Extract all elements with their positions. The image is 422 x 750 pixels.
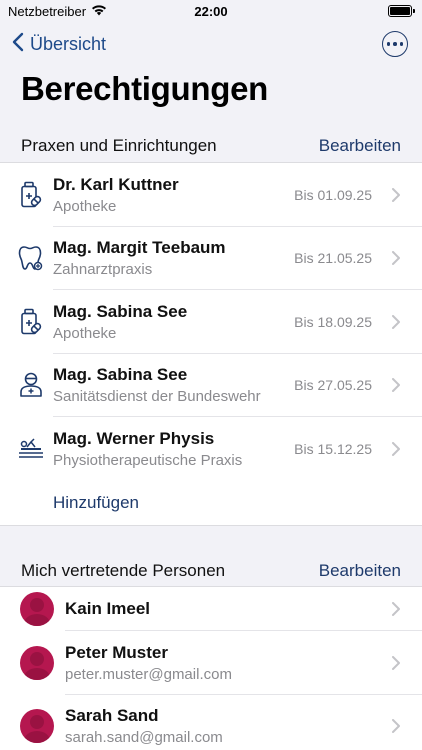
- wifi-icon: [91, 4, 107, 19]
- representatives-header-title: Mich vertretende Personen: [21, 561, 226, 580]
- facility-type: Physiotherapeutische Praxis: [53, 451, 243, 469]
- back-button[interactable]: Übersicht: [12, 32, 106, 57]
- chevron-right-icon: [384, 441, 408, 456]
- person-name: Peter Muster: [65, 642, 168, 662]
- nav-bar: Übersicht: [0, 28, 422, 60]
- avatar: [19, 709, 54, 744]
- facility-row[interactable]: Mag. Sabina See Sanitätsdienst der Bunde…: [0, 354, 422, 418]
- facility-name: Dr. Karl Kuttner: [53, 174, 179, 194]
- facility-type: Sanitätsdienst der Bundeswehr: [53, 388, 261, 406]
- facility-type: Apotheke: [53, 197, 117, 215]
- facility-valid-until: Bis 21.05.25: [294, 250, 372, 267]
- page-title: Berechtigungen: [21, 70, 268, 107]
- pharmacy-icon: [0, 181, 53, 209]
- avatar: [19, 645, 54, 680]
- chevron-right-icon: [384, 602, 408, 616]
- medic-icon: [0, 371, 53, 399]
- chevron-right-icon: [384, 719, 408, 734]
- back-label: Übersicht: [30, 33, 107, 54]
- chevron-right-icon: [384, 251, 408, 266]
- facility-row[interactable]: Dr. Karl Kuttner Apotheke Bis 01.09.25: [0, 163, 422, 227]
- facility-name: Mag. Sabina See: [53, 365, 188, 385]
- more-options-icon[interactable]: [382, 31, 408, 57]
- facilities-header-title: Praxen und Einrichtungen: [21, 136, 217, 155]
- carrier-label: Netzbetreiber: [8, 3, 87, 19]
- facility-name: Mag. Werner Physis: [53, 428, 215, 448]
- pharmacy-icon: [0, 308, 53, 336]
- chevron-right-icon: [384, 187, 408, 202]
- person-row[interactable]: Kain Imeel: [0, 587, 422, 631]
- facilities-header: Praxen und Einrichtungen Bearbeiten: [21, 136, 401, 156]
- facilities-edit-button[interactable]: Bearbeiten: [319, 136, 401, 156]
- representatives-edit-button[interactable]: Bearbeiten: [319, 561, 401, 581]
- chevron-right-icon: [384, 314, 408, 329]
- facilities-list: Dr. Karl Kuttner Apotheke Bis 01.09.25 M…: [0, 162, 422, 526]
- facility-valid-until: Bis 01.09.25: [294, 186, 372, 203]
- add-facility-button[interactable]: Hinzufügen: [0, 481, 422, 525]
- physio-icon: [0, 435, 53, 463]
- facility-name: Mag. Margit Teebaum: [53, 238, 226, 258]
- avatar: [19, 592, 54, 626]
- facility-type: Zahnarztpraxis: [53, 261, 153, 279]
- person-row[interactable]: Sarah Sand sarah.sand@gmail.com: [0, 695, 422, 750]
- representatives-header: Mich vertretende Personen Bearbeiten: [21, 561, 401, 581]
- facility-type: Apotheke: [53, 324, 117, 342]
- status-left: Netzbetreiber: [8, 4, 107, 19]
- representatives-list: Kain Imeel Peter Muster peter.muster@gma…: [0, 586, 422, 750]
- chevron-left-icon: [12, 32, 24, 57]
- facility-row[interactable]: Mag. Sabina See Apotheke Bis 18.09.25: [0, 290, 422, 354]
- facility-valid-until: Bis 15.12.25: [294, 440, 372, 457]
- tooth-icon: [0, 244, 53, 272]
- person-email: sarah.sand@gmail.com: [65, 729, 223, 747]
- chevron-right-icon: [384, 378, 408, 393]
- battery-icon: [388, 5, 415, 17]
- person-row[interactable]: Peter Muster peter.muster@gmail.com: [0, 631, 422, 695]
- facility-name: Mag. Sabina See: [53, 301, 188, 321]
- person-name: Sarah Sand: [65, 706, 159, 726]
- person-name: Kain Imeel: [65, 599, 151, 618]
- facility-valid-until: Bis 18.09.25: [294, 313, 372, 330]
- facility-valid-until: Bis 27.05.25: [294, 377, 372, 394]
- facility-row[interactable]: Mag. Margit Teebaum Zahnarztpraxis Bis 2…: [0, 227, 422, 291]
- status-bar: Netzbetreiber 22:00: [0, 0, 422, 22]
- chevron-right-icon: [384, 655, 408, 670]
- facility-row[interactable]: Mag. Werner Physis Physiotherapeutische …: [0, 417, 422, 481]
- person-email: peter.muster@gmail.com: [65, 665, 232, 683]
